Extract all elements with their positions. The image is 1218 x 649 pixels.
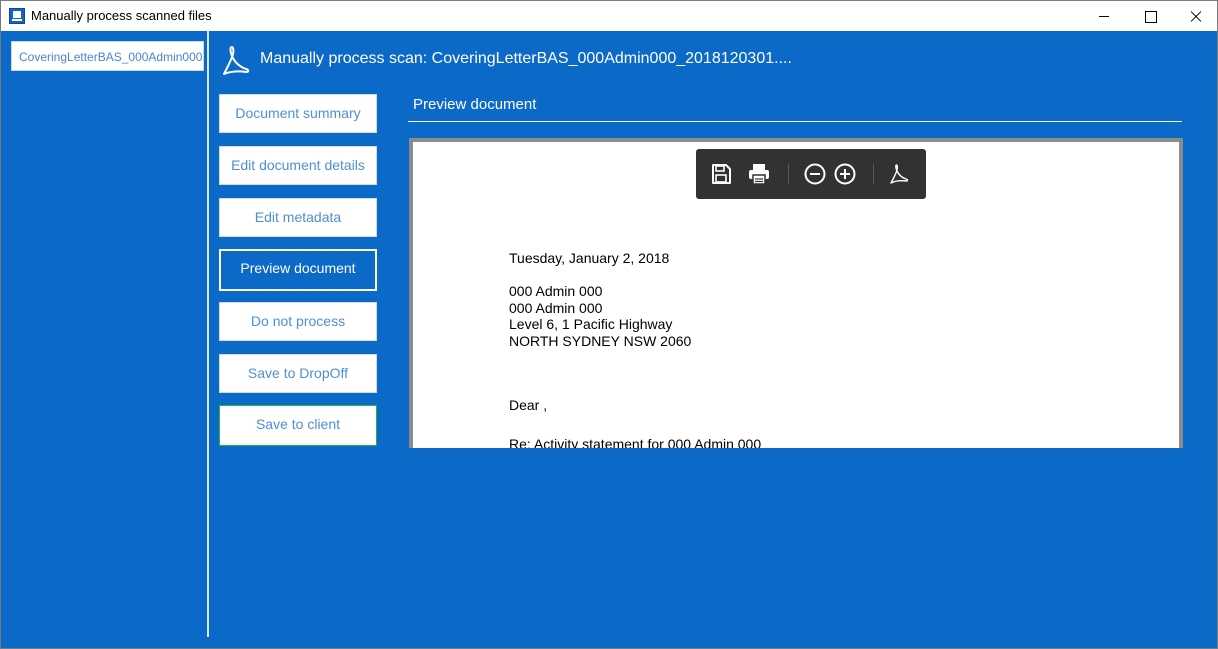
app-icon — [9, 8, 25, 24]
file-list-item[interactable]: CoveringLetterBAS_000Admin000... — [11, 41, 204, 71]
maximize-button[interactable] — [1127, 1, 1173, 31]
scan-header-title: Manually process scan: CoveringLetterBAS… — [260, 50, 792, 67]
letter-salutation: Dear , — [509, 397, 548, 413]
title-bar: Manually process scanned files — [1, 1, 1217, 31]
letter-address-line: NORTH SYDNEY NSW 2060 — [509, 332, 692, 349]
letter-address-line: 000 Admin 000 — [509, 283, 603, 299]
preview-document-button[interactable]: Preview document — [219, 249, 377, 291]
toolbar-separator — [873, 164, 874, 184]
zoom-out-icon[interactable] — [803, 162, 827, 186]
pdf-page: Tuesday, January 2, 2018 000 Admin 000 0… — [413, 142, 1179, 448]
minimize-button[interactable] — [1081, 1, 1127, 31]
pdf-toolbar — [696, 149, 926, 199]
save-to-client-button[interactable]: Save to client — [219, 405, 377, 446]
letter-address-line: Level 6, 1 Pacific Highway — [509, 316, 673, 332]
close-button[interactable] — [1173, 1, 1218, 31]
document-summary-button[interactable]: Document summary — [219, 94, 377, 133]
pdf-viewer[interactable]: Tuesday, January 2, 2018 000 Admin 000 0… — [409, 138, 1183, 448]
acrobat-icon — [223, 46, 250, 75]
print-icon[interactable] — [747, 162, 771, 186]
section-title: Preview document — [413, 96, 537, 113]
do-not-process-button[interactable]: Do not process — [219, 302, 377, 341]
letter-date: Tuesday, January 2, 2018 — [509, 250, 670, 266]
zoom-in-icon[interactable] — [833, 162, 857, 186]
main-window: Manually process scanned files CoveringL… — [0, 0, 1218, 649]
letter-address-line: 000 Admin 000 — [509, 299, 603, 316]
window-title: Manually process scanned files — [31, 8, 212, 23]
letter-subject: Re: Activity statement for 000 Admin 000 — [509, 436, 762, 448]
acrobat-icon[interactable] — [886, 162, 910, 186]
edit-document-details-button[interactable]: Edit document details — [219, 146, 377, 185]
section-divider — [408, 121, 1182, 122]
toolbar-separator — [788, 164, 789, 184]
save-icon[interactable] — [709, 162, 733, 186]
save-to-dropoff-button[interactable]: Save to DropOff — [219, 354, 377, 393]
edit-metadata-button[interactable]: Edit metadata — [219, 198, 377, 237]
panel-divider — [207, 31, 209, 637]
